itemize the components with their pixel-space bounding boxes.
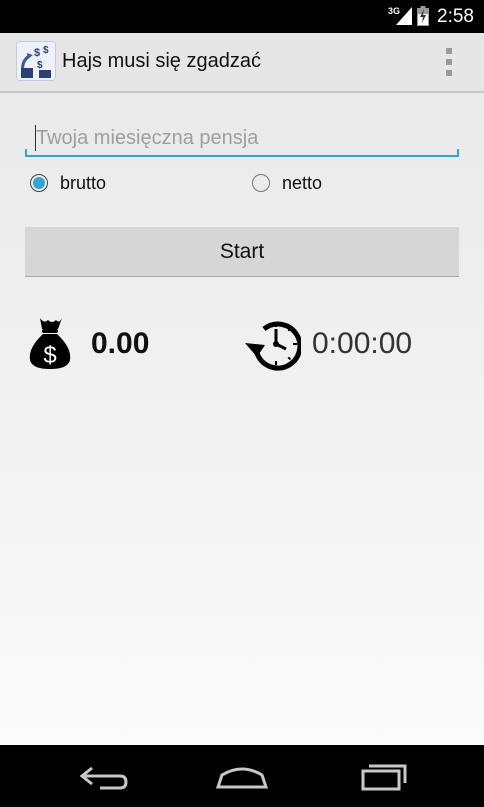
home-icon[interactable] <box>212 759 272 793</box>
back-icon[interactable] <box>70 759 130 793</box>
start-button[interactable]: Start <box>25 227 459 277</box>
app-title: Hajs musi się zgadzać <box>62 50 261 72</box>
money-earned-value: 0.00 <box>91 327 150 360</box>
svg-text:$: $ <box>43 342 56 369</box>
salary-input[interactable] <box>25 121 459 157</box>
svg-text:$: $ <box>37 60 43 71</box>
radio-label-brutto: brutto <box>60 172 107 193</box>
text-cursor <box>35 125 36 151</box>
svg-text:$: $ <box>43 45 49 56</box>
action-bar: $ $ $ Hajs musi się zgadzać <box>0 33 484 93</box>
input-underline-edge <box>457 149 459 157</box>
money-bag-icon: $ <box>29 318 71 369</box>
overflow-menu-icon[interactable] <box>436 45 462 79</box>
timer-value: 0:00:00 <box>312 327 413 360</box>
signal-icon <box>396 7 412 25</box>
status-time: 2:58 <box>437 6 474 27</box>
radio-netto[interactable]: netto <box>252 170 322 196</box>
app-money-icon[interactable]: $ $ $ <box>16 41 56 81</box>
navigation-bar <box>0 745 484 807</box>
radio-brutto[interactable]: brutto <box>30 170 106 196</box>
recents-icon[interactable] <box>355 759 415 793</box>
svg-text:$: $ <box>34 47 40 59</box>
timer-icon <box>245 321 301 371</box>
battery-icon <box>417 6 429 26</box>
input-underline-edge <box>25 149 27 157</box>
status-bar: 3G 2:58 <box>0 0 484 33</box>
app-screen: $ $ $ Hajs musi się zgadzać brutto netto… <box>0 33 484 745</box>
radio-label-netto: netto <box>282 172 323 193</box>
radio-button-checked[interactable] <box>30 174 48 192</box>
radio-button-unchecked[interactable] <box>252 174 270 192</box>
